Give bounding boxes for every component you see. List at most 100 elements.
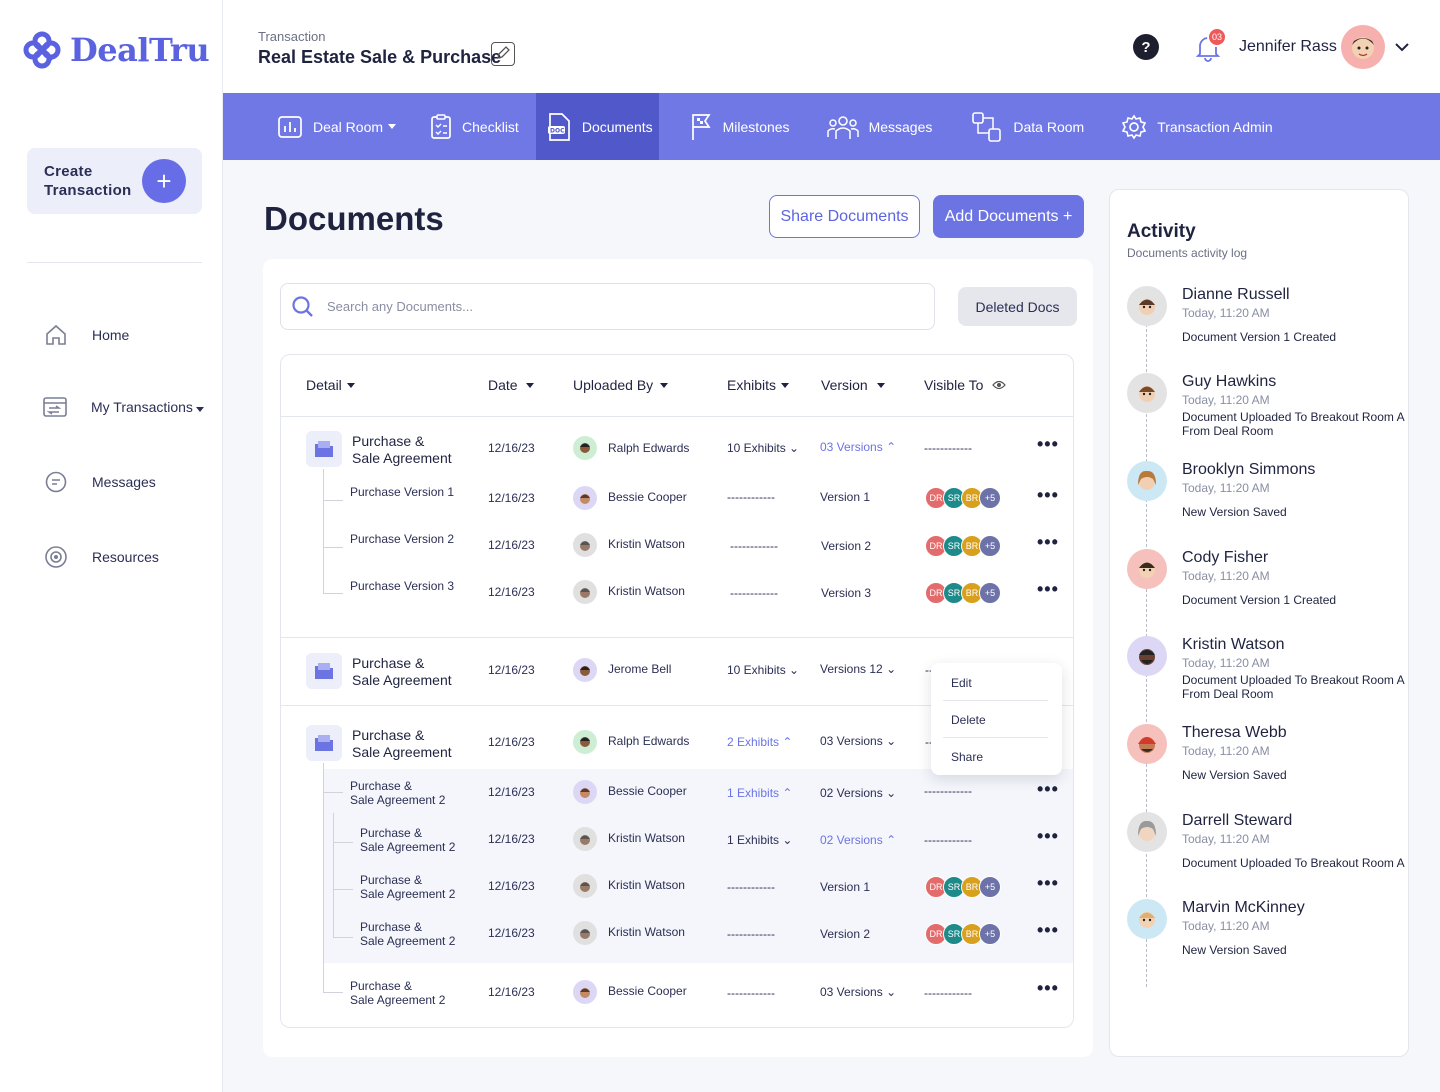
tab-milestones[interactable]: Milestones <box>659 93 807 160</box>
avatar <box>573 533 597 557</box>
menu-item-delete[interactable]: Delete <box>951 713 986 727</box>
tab-label: Deal Room <box>313 118 384 135</box>
tab-label: Data Room <box>1013 118 1085 135</box>
more-actions-icon[interactable]: ••• <box>1037 434 1059 455</box>
exhibits-dropdown[interactable]: 1 Exhibits ⌄ <box>727 833 792 847</box>
document-date: 12/16/23 <box>488 735 535 749</box>
version-name[interactable]: Purchase Version 3 <box>350 579 454 593</box>
visible-to-empty: ------------ <box>924 833 972 847</box>
tab-messages[interactable]: Messages <box>807 93 950 160</box>
more-actions-icon[interactable]: ••• <box>1037 920 1059 941</box>
help-icon[interactable]: ? <box>1133 34 1159 60</box>
search-input[interactable]: Search any Documents... <box>280 283 935 330</box>
share-documents-button[interactable]: Share Documents <box>769 195 920 238</box>
sub-document-name[interactable]: Purchase & Sale Agreement 2 <box>360 873 455 901</box>
sidebar-item-messages[interactable]: Messages <box>42 468 156 496</box>
page-title: Documents <box>264 200 444 237</box>
versions-toggle[interactable]: 02 Versions ⌃ <box>820 833 896 847</box>
sidebar-item-resources[interactable]: Resources <box>42 543 159 571</box>
chevron-down-icon <box>876 382 885 388</box>
avatar <box>1127 549 1167 589</box>
document-date: 12/16/23 <box>488 538 535 552</box>
document-name[interactable]: Purchase & Sale Agreement <box>352 727 452 761</box>
deleted-docs-button[interactable]: Deleted Docs <box>958 287 1077 326</box>
column-header-detail[interactable]: Detail <box>306 377 355 393</box>
sub-document-name[interactable]: Purchase & Sale Agreement 2 <box>360 920 455 948</box>
sub-document-name[interactable]: Purchase & Sale Agreement 2 <box>350 779 445 807</box>
versions-dropdown[interactable]: Versions 12 ⌄ <box>820 662 896 676</box>
sidebar: DealTru Create Transaction + Home My Tra… <box>0 0 223 1092</box>
tree-line <box>333 937 353 938</box>
version-label: Version 2 <box>821 539 872 553</box>
more-actions-icon[interactable]: ••• <box>1037 826 1059 847</box>
document-name[interactable]: Purchase & Sale Agreement <box>352 655 452 689</box>
column-header-date[interactable]: Date <box>488 377 534 393</box>
brand-logo[interactable]: DealTru <box>22 30 210 70</box>
column-header-uploaded-by[interactable]: Uploaded By <box>573 377 669 393</box>
tab-documents[interactable]: DOC Documents <box>535 93 659 160</box>
visible-to-chips[interactable]: DR SR BR +5 <box>925 487 1001 509</box>
version-label: Version 1 <box>820 880 871 894</box>
exhibits-dropdown[interactable]: 10 Exhibits ⌄ <box>727 663 799 677</box>
svg-text:DOC: DOC <box>550 127 565 134</box>
versions-toggle[interactable]: 03 Versions ⌃ <box>820 440 896 454</box>
visible-to-chips[interactable]: DR SR BR +5 <box>925 535 1001 557</box>
visible-to-chips[interactable]: DR SR BR +5 <box>925 876 1001 898</box>
tab-checklist[interactable]: Checklist <box>413 93 536 160</box>
more-actions-icon[interactable]: ••• <box>1037 485 1059 506</box>
more-actions-icon[interactable]: ••• <box>1037 873 1059 894</box>
plus-icon[interactable]: + <box>142 159 186 203</box>
user-name[interactable]: Jennifer Rass <box>1239 38 1337 56</box>
exhibits-toggle[interactable]: 2 Exhibits ⌃ <box>727 735 792 749</box>
search-placeholder: Search any Documents... <box>327 299 473 314</box>
create-transaction-button[interactable]: Create Transaction + <box>27 148 202 214</box>
visible-to-chips[interactable]: DR SR BR +5 <box>925 582 1001 604</box>
column-header-version[interactable]: Version <box>821 377 885 393</box>
activity-time: Today, 11:20 AM <box>1182 393 1270 407</box>
activity-time: Today, 11:20 AM <box>1182 656 1270 670</box>
exhibits-toggle[interactable]: 1 Exhibits ⌃ <box>727 786 792 800</box>
activity-name: Kristin Watson <box>1182 636 1285 653</box>
tab-transaction-admin[interactable]: Transaction Admin <box>1101 93 1289 160</box>
more-actions-icon[interactable]: ••• <box>1037 978 1059 999</box>
sidebar-item-home[interactable]: Home <box>42 321 129 349</box>
tab-deal-room[interactable]: Deal Room <box>223 93 413 160</box>
more-actions-icon[interactable]: ••• <box>1037 579 1059 600</box>
sub-document-name[interactable]: Purchase & Sale Agreement 2 <box>350 979 445 1007</box>
activity-name: Dianne Russell <box>1182 286 1290 303</box>
chevron-down-icon[interactable] <box>1393 38 1411 61</box>
checklist-icon <box>431 113 451 139</box>
menu-item-edit[interactable]: Edit <box>951 676 972 690</box>
column-header-visible-to[interactable]: Visible To <box>924 377 1007 393</box>
sub-document-name[interactable]: Purchase & Sale Agreement 2 <box>360 826 455 854</box>
avatar[interactable] <box>1341 25 1385 69</box>
versions-dropdown[interactable]: 03 Versions ⌄ <box>820 985 896 999</box>
divider <box>281 416 1073 417</box>
chevron-up-icon: ⌃ <box>782 735 793 749</box>
folder-icon <box>306 653 342 689</box>
visible-to-chips[interactable]: DR SR BR +5 <box>925 923 1001 945</box>
menu-item-share[interactable]: Share <box>951 750 983 764</box>
uploader-name: Bessie Cooper <box>608 984 687 998</box>
document-date: 12/16/23 <box>488 585 535 599</box>
exhibits-dropdown[interactable]: 10 Exhibits ⌄ <box>727 441 799 455</box>
add-documents-button[interactable]: Add Documents + <box>933 195 1084 238</box>
document-name[interactable]: Purchase & Sale Agreement <box>352 433 452 467</box>
activity-description: Document Version 1 Created <box>1182 593 1337 607</box>
version-name[interactable]: Purchase Version 2 <box>350 532 454 546</box>
chevron-down-icon: ⌄ <box>886 786 897 800</box>
avatar <box>1127 812 1167 852</box>
breadcrumb[interactable]: Transaction <box>258 29 325 44</box>
version-name[interactable]: Purchase Version 1 <box>350 485 454 499</box>
tree-line <box>323 547 343 548</box>
versions-dropdown[interactable]: 02 Versions ⌄ <box>820 786 896 800</box>
column-header-exhibits[interactable]: Exhibits <box>727 377 790 393</box>
tree-line <box>333 813 334 938</box>
more-actions-icon[interactable]: ••• <box>1037 532 1059 553</box>
more-actions-icon[interactable]: ••• <box>1037 779 1059 800</box>
sidebar-item-my-transactions[interactable]: My Transactions <box>41 393 204 421</box>
tab-data-room[interactable]: Data Room <box>949 93 1101 160</box>
activity-name: Cody Fisher <box>1182 549 1269 566</box>
versions-dropdown[interactable]: 03 Versions ⌄ <box>820 734 896 748</box>
edit-icon[interactable] <box>491 42 515 66</box>
